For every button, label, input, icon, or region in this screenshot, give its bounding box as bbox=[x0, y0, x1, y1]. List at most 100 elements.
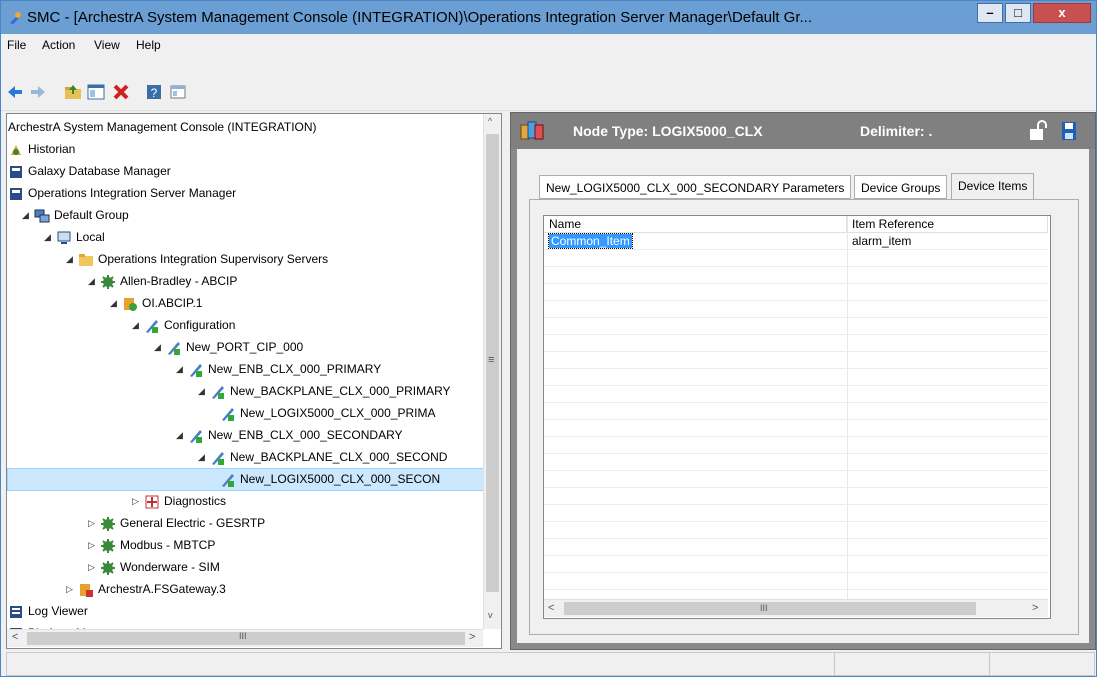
grid-row[interactable] bbox=[544, 352, 1048, 369]
tree-node[interactable]: ArchestrA System Management Console (INT… bbox=[7, 116, 484, 139]
column-header-name[interactable]: Name bbox=[544, 216, 847, 233]
grid-row[interactable] bbox=[544, 522, 1048, 539]
tab-device-items[interactable]: Device Items bbox=[951, 173, 1035, 199]
collapse-arrow-icon[interactable]: ◢ bbox=[44, 227, 54, 248]
collapse-arrow-icon[interactable]: ◢ bbox=[176, 425, 186, 446]
collapse-arrow-icon[interactable]: ◢ bbox=[132, 315, 142, 336]
grid-cell-item-reference[interactable]: alarm_item bbox=[847, 233, 1048, 249]
delete-icon[interactable] bbox=[111, 82, 131, 102]
grid-row[interactable] bbox=[544, 386, 1048, 403]
tree-horizontal-scrollbar[interactable]: < > III bbox=[7, 629, 483, 647]
grid-row[interactable] bbox=[544, 488, 1048, 505]
up-folder-icon[interactable] bbox=[63, 82, 83, 102]
tree-node[interactable]: ◢ Default Group bbox=[7, 204, 484, 227]
grid-row[interactable] bbox=[544, 505, 1048, 522]
tree-vertical-scrollbar[interactable]: ^ ≡ v bbox=[483, 114, 501, 629]
menu-view[interactable]: View bbox=[94, 38, 120, 52]
tree-node[interactable]: ▷ Modbus - MBTCP bbox=[7, 534, 484, 557]
tree-node[interactable]: ▷ General Electric - GESRTP bbox=[7, 512, 484, 535]
tree-node[interactable]: Operations Integration Server Manager bbox=[7, 182, 484, 205]
grid-row[interactable] bbox=[544, 301, 1048, 318]
help-icon[interactable]: ? bbox=[144, 82, 164, 102]
tree-node[interactable]: ◢ New_ENB_CLX_000_PRIMARY bbox=[7, 358, 484, 381]
collapse-arrow-icon[interactable]: ◢ bbox=[154, 337, 164, 358]
tree-node[interactable]: New_LOGIX5000_CLX_000_PRIMA bbox=[7, 402, 484, 425]
tree-node[interactable]: ◢ Local bbox=[7, 226, 484, 249]
back-arrow-icon[interactable] bbox=[5, 82, 25, 102]
minimize-button[interactable]: – bbox=[977, 3, 1003, 23]
expand-arrow-icon[interactable]: ▷ bbox=[88, 535, 98, 556]
grid-row[interactable] bbox=[544, 420, 1048, 437]
lock-open-icon[interactable] bbox=[1029, 120, 1047, 142]
menu-file[interactable]: File bbox=[7, 38, 26, 52]
tree-node[interactable]: ◢ OI.ABCIP.1 bbox=[7, 292, 484, 315]
tree-node[interactable]: ▷ ArchestrA.FSGateway.3 bbox=[7, 578, 484, 601]
tree-node[interactable]: ◢ Allen-Bradley - ABCIP bbox=[7, 270, 484, 293]
tree-node[interactable]: ▷ Diagnostics bbox=[7, 490, 484, 513]
scroll-left-arrow-icon[interactable]: < bbox=[12, 631, 18, 643]
grid-row[interactable] bbox=[544, 250, 1048, 267]
tab-device-groups[interactable]: Device Groups bbox=[854, 175, 948, 199]
scroll-right-arrow-icon[interactable]: > bbox=[469, 631, 475, 643]
tree-node[interactable]: ◢ New_ENB_CLX_000_SECONDARY bbox=[7, 424, 484, 447]
grid-row[interactable] bbox=[544, 403, 1048, 420]
save-icon[interactable] bbox=[1061, 121, 1077, 141]
tree-node[interactable]: Historian bbox=[7, 138, 484, 161]
tab-parameters[interactable]: New_LOGIX5000_CLX_000_SECONDARY Paramete… bbox=[539, 175, 852, 199]
grid-cell-name[interactable]: Common_Item bbox=[548, 233, 633, 249]
grid-row[interactable]: Common_Item alarm_item bbox=[544, 233, 1048, 250]
expand-arrow-icon[interactable]: ▷ bbox=[88, 557, 98, 578]
close-button[interactable]: x bbox=[1033, 3, 1091, 23]
scroll-left-arrow-icon[interactable]: < bbox=[548, 600, 554, 617]
console-tree[interactable]: ArchestrA System Management Console (INT… bbox=[6, 113, 502, 649]
grid-row[interactable] bbox=[544, 318, 1048, 335]
pane-splitter[interactable] bbox=[502, 111, 508, 649]
grid-row[interactable] bbox=[544, 573, 1048, 590]
show-hide-console-tree-icon[interactable] bbox=[86, 82, 106, 102]
grid-row[interactable] bbox=[544, 539, 1048, 556]
collapse-arrow-icon[interactable]: ◢ bbox=[22, 205, 32, 226]
collapse-arrow-icon[interactable]: ◢ bbox=[110, 293, 120, 314]
grid-row[interactable] bbox=[544, 335, 1048, 352]
scroll-down-arrow-icon[interactable]: v bbox=[488, 610, 493, 620]
tree-node[interactable]: Galaxy Database Manager bbox=[7, 160, 484, 183]
device-items-grid[interactable]: Name Item Reference Common_Item alarm_ite… bbox=[543, 215, 1051, 619]
grid-scroll-thumb[interactable] bbox=[564, 602, 976, 615]
collapse-arrow-icon[interactable]: ◢ bbox=[198, 447, 208, 468]
grid-row[interactable] bbox=[544, 267, 1048, 284]
menu-action[interactable]: Action bbox=[42, 38, 75, 52]
collapse-arrow-icon[interactable]: ◢ bbox=[66, 249, 76, 270]
collapse-arrow-icon[interactable]: ◢ bbox=[198, 381, 208, 402]
expand-arrow-icon[interactable]: ▷ bbox=[66, 579, 76, 600]
grid-row[interactable] bbox=[544, 284, 1048, 301]
expand-arrow-icon[interactable]: ▷ bbox=[88, 513, 98, 534]
tree-node[interactable]: ◢ Operations Integration Supervisory Serv… bbox=[7, 248, 484, 271]
grid-horizontal-scrollbar[interactable]: < III > bbox=[544, 599, 1048, 617]
grid-row[interactable] bbox=[544, 437, 1048, 454]
collapse-arrow-icon[interactable]: ◢ bbox=[88, 271, 98, 292]
tree-node[interactable]: ▷ Wonderware - SIM bbox=[7, 556, 484, 579]
grid-row[interactable] bbox=[544, 369, 1048, 386]
properties-icon[interactable] bbox=[168, 82, 188, 102]
tree-node[interactable]: Log Viewer bbox=[7, 600, 484, 623]
grid-row[interactable] bbox=[544, 454, 1048, 471]
tree-node[interactable]: ◢ New_BACKPLANE_CLX_000_PRIMARY bbox=[7, 380, 484, 403]
forward-arrow-icon[interactable] bbox=[28, 82, 48, 102]
scroll-up-arrow-icon[interactable]: ^ bbox=[488, 116, 492, 126]
tree-node[interactable]: ◢ Configuration bbox=[7, 314, 484, 337]
config-icon bbox=[212, 452, 224, 465]
expand-arrow-icon[interactable]: ▷ bbox=[132, 491, 142, 512]
grid-row[interactable] bbox=[544, 471, 1048, 488]
collapse-arrow-icon[interactable]: ◢ bbox=[176, 359, 186, 380]
smc-app-icon bbox=[10, 12, 21, 24]
menu-help[interactable]: Help bbox=[136, 38, 161, 52]
tree-node[interactable]: ◢ New_BACKPLANE_CLX_000_SECOND bbox=[7, 446, 484, 469]
grid-row[interactable] bbox=[544, 556, 1048, 573]
grid-cell[interactable]: Common_Item bbox=[544, 233, 847, 249]
tree-node[interactable]: New_LOGIX5000_CLX_000_SECON bbox=[7, 468, 484, 491]
tree-node-label: New_ENB_CLX_000_PRIMARY bbox=[208, 362, 382, 376]
maximize-button[interactable]: □ bbox=[1005, 3, 1031, 23]
scroll-right-arrow-icon[interactable]: > bbox=[1032, 600, 1038, 617]
column-header-item-reference[interactable]: Item Reference bbox=[847, 216, 1048, 233]
tree-node[interactable]: ◢ New_PORT_CIP_000 bbox=[7, 336, 484, 359]
